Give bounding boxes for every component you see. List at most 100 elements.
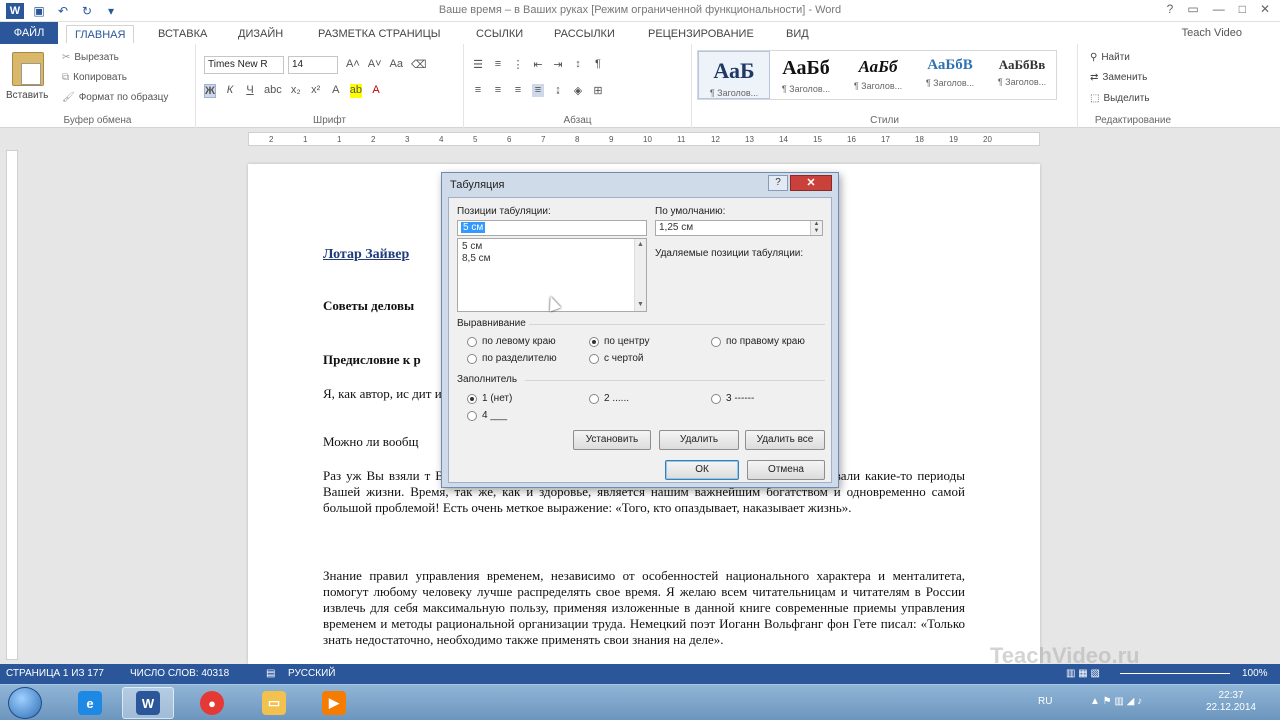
replace-button[interactable]: ⇄ Заменить bbox=[1090, 72, 1147, 83]
tab-view[interactable]: ВИД bbox=[778, 25, 817, 43]
align-center-radio[interactable]: по центру bbox=[589, 336, 649, 347]
user-name[interactable]: Teach Video bbox=[1182, 27, 1242, 39]
shrink-font-icon[interactable]: A˅ bbox=[368, 58, 382, 71]
maximize-icon[interactable]: □ bbox=[1239, 2, 1246, 16]
chrome-taskbar-button[interactable]: ● bbox=[186, 687, 238, 719]
show-marks-icon[interactable]: ¶ bbox=[592, 58, 604, 71]
dialog-close-icon[interactable]: ✕ bbox=[790, 175, 832, 191]
paste-icon[interactable] bbox=[12, 52, 44, 86]
subscript-icon[interactable]: x₂ bbox=[290, 84, 302, 98]
align-bar-radio[interactable]: с чертой bbox=[589, 353, 644, 364]
font-name-box[interactable]: Times New R bbox=[204, 56, 284, 74]
align-left-icon[interactable]: ≡ bbox=[472, 84, 484, 97]
font-size-box[interactable]: 14 bbox=[288, 56, 338, 74]
align-center-icon[interactable]: ≡ bbox=[492, 84, 504, 97]
bold-icon[interactable]: Ж bbox=[204, 84, 216, 98]
style-item[interactable]: АаБб ¶ Заголов... bbox=[770, 51, 842, 99]
select-button[interactable]: ⬚ Выделить bbox=[1090, 93, 1150, 104]
spelling-icon[interactable]: ▤ bbox=[266, 668, 275, 679]
copy-button[interactable]: ⧉ Копировать bbox=[62, 72, 127, 83]
tray-icons[interactable]: ▲ ⚑ ▥ ◢ ♪ bbox=[1090, 696, 1142, 707]
format-painter-button[interactable]: 🖌 Формат по образцу bbox=[62, 92, 168, 103]
borders-icon[interactable]: ⊞ bbox=[592, 84, 604, 97]
zoom-slider[interactable] bbox=[1120, 673, 1230, 674]
tab-file[interactable]: ФАЙЛ bbox=[0, 22, 58, 44]
tab-page-layout[interactable]: РАЗМЕТКА СТРАНИЦЫ bbox=[310, 25, 448, 43]
style-item[interactable]: АаБб ¶ Заголов... bbox=[842, 51, 914, 99]
multilevel-list-icon[interactable]: ⋮ bbox=[512, 58, 524, 71]
leader-none-radio[interactable]: 1 (нет) bbox=[467, 393, 512, 404]
numbering-icon[interactable]: ≡ bbox=[492, 58, 504, 71]
tab-design[interactable]: ДИЗАЙН bbox=[230, 25, 291, 43]
align-right-icon[interactable]: ≡ bbox=[512, 84, 524, 97]
align-right-radio[interactable]: по правому краю bbox=[711, 336, 805, 347]
grow-font-icon[interactable]: A˄ bbox=[346, 58, 360, 71]
paragraph-group-label: Абзац bbox=[563, 115, 592, 126]
increase-indent-icon[interactable]: ⇥ bbox=[552, 58, 564, 71]
zoom-level[interactable]: 100% bbox=[1242, 668, 1268, 679]
style-item[interactable]: АаБбВв ¶ Заголов... bbox=[986, 51, 1058, 99]
close-icon[interactable]: ✕ bbox=[1260, 2, 1270, 16]
tab-position-input[interactable]: 5 см bbox=[457, 220, 647, 236]
tab-insert[interactable]: ВСТАВКА bbox=[150, 25, 215, 43]
cancel-button[interactable]: Отмена bbox=[747, 460, 825, 480]
help-icon[interactable]: ? bbox=[1167, 2, 1174, 16]
set-button[interactable]: Установить bbox=[573, 430, 651, 450]
start-button[interactable] bbox=[8, 687, 42, 719]
font-color-icon[interactable]: A bbox=[370, 84, 382, 98]
clear-all-button[interactable]: Удалить все bbox=[745, 430, 825, 450]
page-count[interactable]: СТРАНИЦА 1 ИЗ 177 bbox=[6, 668, 104, 679]
leader-underline-radio[interactable]: 4 ___ bbox=[467, 410, 507, 421]
highlight-icon[interactable]: ab bbox=[349, 84, 362, 98]
explorer-taskbar-button[interactable]: ▭ bbox=[248, 687, 300, 719]
vertical-ruler[interactable] bbox=[6, 150, 18, 660]
style-item[interactable]: АаБ ¶ Заголов... bbox=[698, 51, 770, 99]
default-stops-input[interactable]: 1,25 см ▲ ▼ bbox=[655, 220, 823, 236]
media-taskbar-button[interactable]: ▶ bbox=[308, 687, 360, 719]
leader-dashes-radio[interactable]: 3 ------ bbox=[711, 393, 754, 404]
line-spacing-icon[interactable]: ↨ bbox=[552, 84, 564, 97]
strikethrough-icon[interactable]: abc bbox=[264, 84, 282, 98]
justify-icon[interactable]: ≡ bbox=[532, 84, 544, 97]
clock[interactable]: 22:37 22.12.2014 bbox=[1206, 690, 1256, 714]
word-taskbar-button[interactable]: W bbox=[122, 687, 174, 719]
align-left-radio[interactable]: по левому краю bbox=[467, 336, 556, 347]
ie-taskbar-button[interactable]: e bbox=[64, 687, 116, 719]
spinner-icon[interactable]: ▲ ▼ bbox=[810, 221, 822, 235]
decrease-indent-icon[interactable]: ⇤ bbox=[532, 58, 544, 71]
list-item[interactable]: 8,5 см bbox=[462, 253, 642, 265]
change-case-icon[interactable]: Aa bbox=[390, 58, 403, 71]
leader-dots-radio[interactable]: 2 ...... bbox=[589, 393, 629, 404]
align-decimal-radio[interactable]: по разделителю bbox=[467, 353, 557, 364]
tab-mailings[interactable]: РАССЫЛКИ bbox=[546, 25, 623, 43]
ok-button[interactable]: ОК bbox=[665, 460, 739, 480]
paste-button[interactable]: Вставить bbox=[6, 90, 48, 101]
text-effects-icon[interactable]: A bbox=[330, 84, 342, 98]
underline-icon[interactable]: Ч bbox=[244, 84, 256, 98]
list-item[interactable]: 5 см bbox=[462, 241, 642, 253]
language-indicator-icon[interactable]: RU bbox=[1038, 696, 1052, 707]
italic-icon[interactable]: К bbox=[224, 84, 236, 98]
superscript-icon[interactable]: x² bbox=[310, 84, 322, 98]
sort-icon[interactable]: ↕ bbox=[572, 58, 584, 71]
word-count[interactable]: ЧИСЛО СЛОВ: 40318 bbox=[130, 668, 229, 679]
tab-home[interactable]: ГЛАВНАЯ bbox=[66, 25, 135, 43]
dialog-help-icon[interactable]: ? bbox=[768, 175, 788, 191]
clear-button[interactable]: Удалить bbox=[659, 430, 739, 450]
tab-review[interactable]: РЕЦЕНЗИРОВАНИЕ bbox=[640, 25, 762, 43]
shading-icon[interactable]: ◈ bbox=[572, 84, 584, 97]
find-button[interactable]: ⚲ Найти bbox=[1090, 52, 1130, 63]
style-item[interactable]: АаБбВ ¶ Заголов... bbox=[914, 51, 986, 99]
horizontal-ruler[interactable]: 2 1 1 2 3 4 5 6 7 8 9 10 11 12 13 14 15 16 17 18 19 20 bbox=[248, 132, 1040, 146]
list-scrollbar[interactable]: ▲ ▼ bbox=[634, 239, 646, 311]
language[interactable]: РУССКИЙ bbox=[288, 668, 335, 679]
ribbon-display-icon[interactable]: ▭ bbox=[1187, 2, 1198, 16]
tab-references[interactable]: ССЫЛКИ bbox=[468, 25, 531, 43]
cut-button[interactable]: ✂ Вырезать bbox=[62, 52, 119, 63]
minimize-icon[interactable]: — bbox=[1213, 2, 1225, 16]
ruler-tick-label: 2 bbox=[371, 135, 376, 144]
view-mode-icons[interactable]: ▥ ▦ ▧ bbox=[1066, 668, 1100, 679]
bullets-icon[interactable]: ☰ bbox=[472, 58, 484, 71]
word-icon: W bbox=[136, 691, 160, 715]
clear-format-icon[interactable]: ⌫ bbox=[411, 58, 427, 71]
